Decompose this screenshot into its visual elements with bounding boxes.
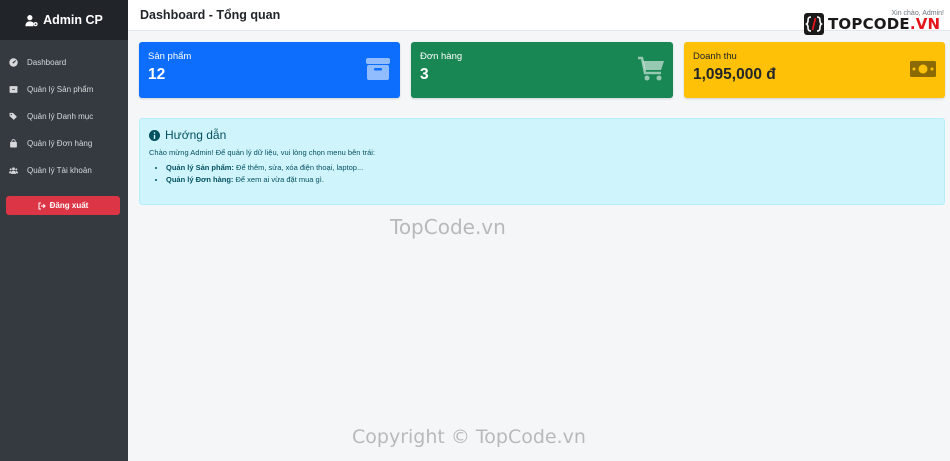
topcode-watermark-logo: TOPCODE.VN (803, 12, 940, 36)
stat-value: 1,095,000 đ (693, 66, 776, 83)
guide-title: Hướng dẫn (165, 128, 227, 142)
sidebar-item-label: Dashboard (27, 58, 67, 67)
stat-label: Sản phẩm (148, 51, 192, 62)
sidebar-item-label: Quản lý Danh mục (27, 112, 94, 121)
guide-list: Quản lý Sản phẩm: Để thêm, sửa, xóa điện… (149, 163, 935, 184)
users-icon (9, 166, 18, 175)
logout-button[interactable]: Đăng xuất (6, 196, 120, 215)
sidebar-brand: Admin CP (0, 0, 128, 40)
sidebar-item-accounts[interactable]: Quản lý Tài khoản (0, 157, 128, 184)
stat-card-revenue: Doanh thu 1,095,000 đ (684, 42, 945, 98)
brand-label: Admin CP (43, 13, 103, 27)
stat-label: Doanh thu (693, 51, 737, 62)
sidebar: Admin CP Dashboard Quản lý Sản phẩm Quản… (0, 0, 128, 461)
list-item-bold: Quản lý Sản phẩm: (166, 163, 234, 172)
user-cog-icon (25, 14, 38, 26)
sidebar-item-label: Quản lý Sản phẩm (27, 85, 94, 94)
list-item: Quản lý Sản phẩm: Để thêm, sửa, xóa điện… (166, 163, 935, 172)
watermark-text: TopCode.vn (390, 215, 506, 239)
logout-label: Đăng xuất (49, 201, 89, 210)
list-item-text: Để thêm, sửa, xóa điện thoại, laptop... (233, 163, 364, 172)
cart-icon (638, 56, 664, 81)
stat-card-products: Sản phẩm 12 (139, 42, 400, 98)
logo-text-main: TOPCODE (828, 15, 910, 33)
list-item-bold: Quản lý Đơn hàng: (166, 175, 234, 184)
watermark-copyright: Copyright © TopCode.vn (352, 426, 586, 448)
sidebar-item-label: Quản lý Tài khoản (27, 166, 92, 175)
sidebar-item-categories[interactable]: Quản lý Danh mục (0, 103, 128, 130)
list-item: Quản lý Đơn hàng: Để xem ai vừa đặt mua … (166, 175, 935, 184)
sidebar-item-label: Quản lý Đơn hàng (27, 139, 93, 148)
guide-intro: Chào mừng Admin! Để quản lý dữ liệu, vui… (149, 148, 376, 157)
dashboard-icon (9, 58, 18, 67)
sidebar-nav: Dashboard Quản lý Sản phẩm Quản lý Danh … (0, 40, 128, 184)
sign-out-icon (38, 202, 46, 209)
sidebar-item-dashboard[interactable]: Dashboard (0, 49, 128, 76)
info-circle-icon (149, 129, 160, 141)
box-icon (9, 85, 18, 94)
sidebar-item-orders[interactable]: Quản lý Đơn hàng (0, 130, 128, 157)
stat-label: Đơn hàng (420, 51, 463, 62)
stat-card-orders: Đơn hàng 3 (411, 42, 673, 98)
page-title: Dashboard - Tổng quan (140, 8, 281, 22)
list-item-text: Để xem ai vừa đặt mua gì. (233, 175, 324, 184)
shopping-bag-icon (9, 139, 18, 148)
topcode-logo-icon (804, 13, 824, 35)
stat-value: 12 (148, 66, 166, 83)
sidebar-item-products[interactable]: Quản lý Sản phẩm (0, 76, 128, 103)
tags-icon (9, 112, 18, 121)
topcode-logo-text: TOPCODE.VN (828, 15, 940, 33)
guide-panel: Hướng dẫn Chào mừng Admin! Để quản lý dữ… (139, 118, 945, 205)
box-icon (366, 58, 390, 80)
guide-heading: Hướng dẫn (149, 128, 935, 142)
stat-value: 3 (420, 66, 429, 83)
logo-text-domain: .VN (909, 15, 941, 33)
money-icon (910, 61, 936, 77)
